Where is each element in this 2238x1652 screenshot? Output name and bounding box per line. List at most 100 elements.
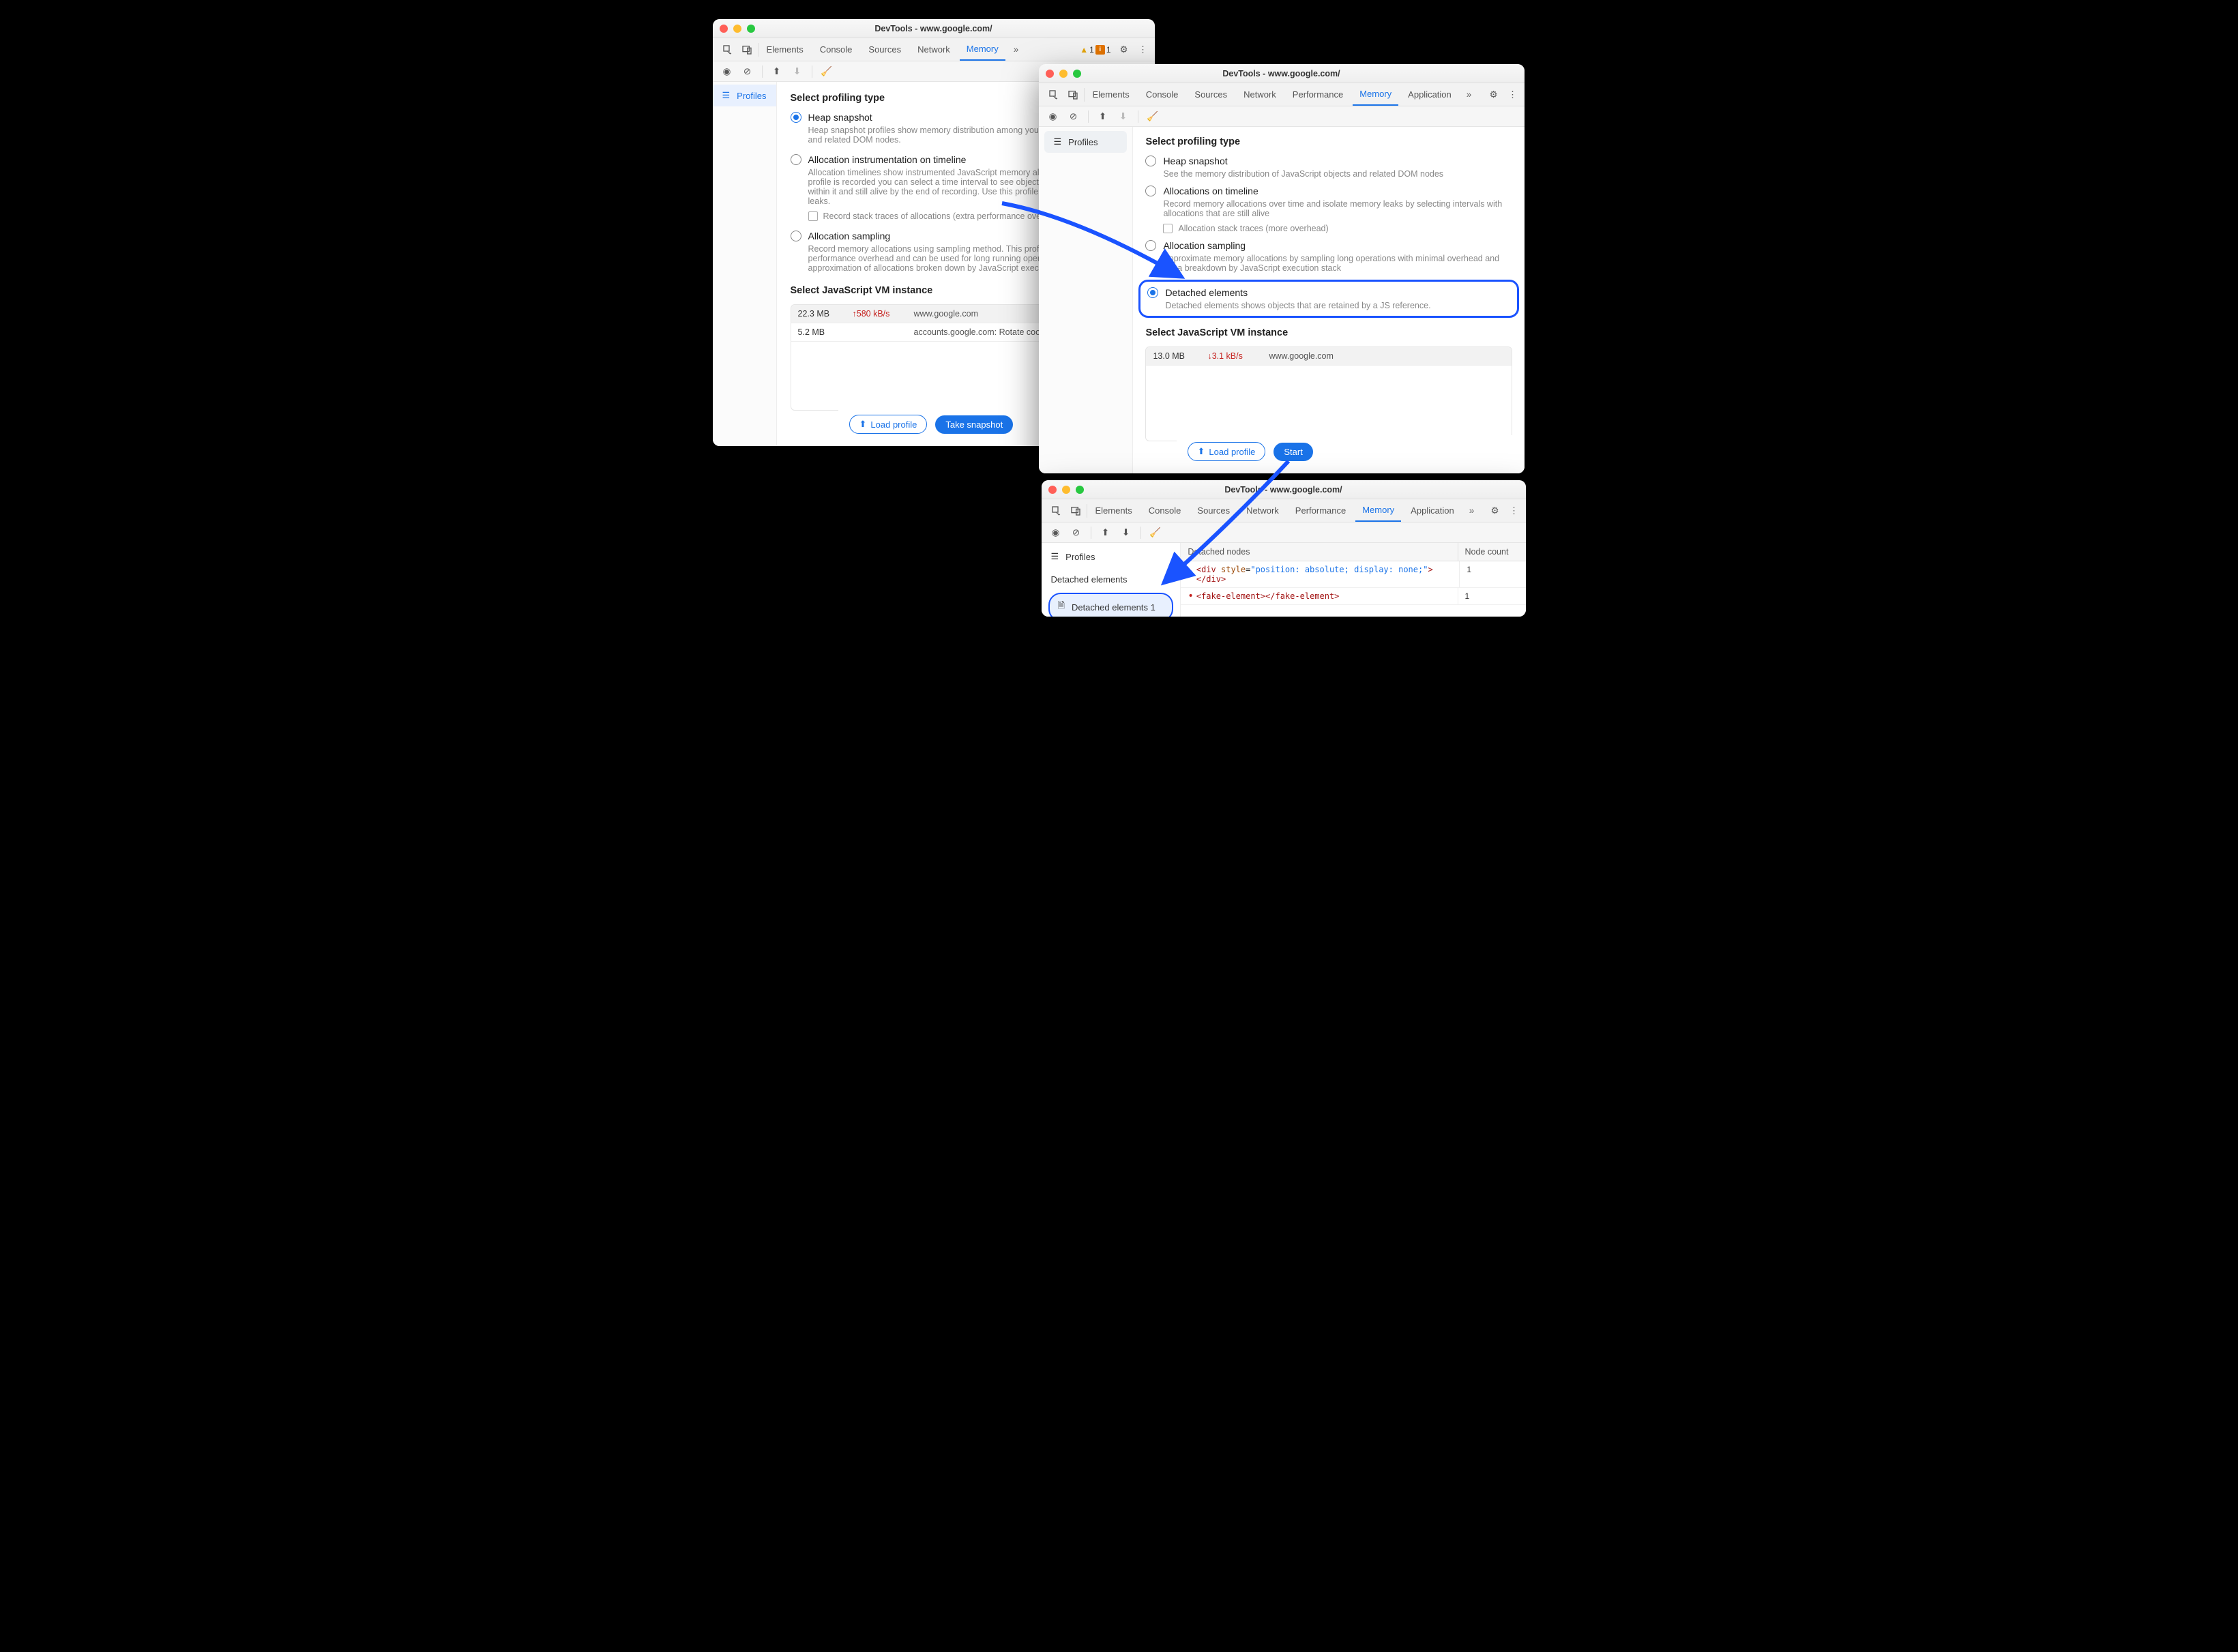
download-icon[interactable]: ⬇ <box>1120 527 1132 538</box>
tab-elements[interactable]: Elements <box>1086 84 1136 105</box>
load-profile-button[interactable]: ⬆ Load profile <box>1188 442 1266 461</box>
option-detached-elements[interactable]: Detached elements <box>1147 287 1510 298</box>
device-icon[interactable] <box>737 44 756 55</box>
option-heap-snapshot[interactable]: Heap snapshot <box>1145 156 1512 166</box>
tab-sources[interactable]: Sources <box>1188 84 1234 105</box>
warnings-badge[interactable]: ▲1 i1 <box>1080 45 1110 55</box>
window-title: DevTools - www.google.com/ <box>1222 69 1340 78</box>
tab-sources[interactable]: Sources <box>862 39 908 60</box>
more-tabs-icon[interactable]: » <box>1008 44 1025 55</box>
radio-icon <box>791 231 801 241</box>
more-tabs-icon[interactable]: » <box>1461 89 1477 100</box>
upload-icon[interactable]: ⬆ <box>1100 527 1112 538</box>
device-icon[interactable] <box>1063 89 1083 100</box>
tab-application[interactable]: Application <box>1401 84 1458 105</box>
settings-gear-icon[interactable]: ⚙ <box>1489 505 1501 516</box>
tab-console[interactable]: Console <box>1139 84 1186 105</box>
download-icon[interactable]: ⬇ <box>1117 111 1130 122</box>
sidebar-section-detached: Detached elements <box>1042 567 1181 589</box>
gc-icon[interactable]: 🧹 <box>821 66 833 77</box>
sliders-icon: ☰ <box>1054 136 1062 147</box>
tab-network[interactable]: Network <box>1239 500 1286 521</box>
load-profile-button[interactable]: ⬆ Load profile <box>849 415 928 434</box>
option-allocation-sampling[interactable]: Allocation sampling <box>1145 240 1512 251</box>
record-icon[interactable]: ◉ <box>1050 527 1062 538</box>
settings-gear-icon[interactable]: ⚙ <box>1488 89 1500 100</box>
panel-tabbar: Elements Console Sources Network Perform… <box>1042 499 1526 522</box>
minimize-icon[interactable] <box>733 25 741 33</box>
tab-console[interactable]: Console <box>1142 500 1188 521</box>
record-icon[interactable]: ◉ <box>721 66 733 77</box>
table-row[interactable]: • <div style="position: absolute; displa… <box>1181 561 1525 588</box>
tab-application[interactable]: Application <box>1404 500 1461 521</box>
tab-elements[interactable]: Elements <box>760 39 810 60</box>
option-allocation-timeline[interactable]: Allocations on timeline <box>1145 186 1512 196</box>
menu-kebab-icon[interactable]: ⋮ <box>1137 44 1149 55</box>
gc-icon[interactable]: 🧹 <box>1149 527 1162 538</box>
inspect-icon[interactable] <box>1044 89 1063 100</box>
table-header: Detached nodes Node count <box>1181 543 1525 561</box>
checkbox-record-stack[interactable]: Allocation stack traces (more overhead) <box>1163 224 1512 233</box>
menu-kebab-icon[interactable]: ⋮ <box>1508 505 1520 516</box>
gc-icon[interactable]: 🧹 <box>1147 111 1159 122</box>
window-title: DevTools - www.google.com/ <box>1224 485 1342 495</box>
table-row[interactable]: • <fake-element></fake-element> 1 <box>1181 588 1525 605</box>
radio-icon <box>791 154 801 165</box>
inspect-icon[interactable] <box>1047 505 1066 516</box>
tab-performance[interactable]: Performance <box>1286 84 1350 105</box>
sidebar-item-profiles[interactable]: ☰ Profiles <box>1044 131 1128 153</box>
titlebar: DevTools - www.google.com/ <box>1042 480 1526 499</box>
radio-icon <box>1145 186 1156 196</box>
sidebar-item-profiles[interactable]: ☰ Profiles <box>1042 546 1181 567</box>
more-tabs-icon[interactable]: » <box>1464 505 1480 516</box>
settings-gear-icon[interactable]: ⚙ <box>1118 44 1130 55</box>
clear-icon[interactable]: ⊘ <box>741 66 754 77</box>
record-icon[interactable]: ◉ <box>1047 111 1059 122</box>
close-icon[interactable] <box>1048 486 1057 494</box>
tab-console[interactable]: Console <box>813 39 859 60</box>
download-icon[interactable]: ⬇ <box>791 66 804 77</box>
close-icon[interactable] <box>1046 70 1054 78</box>
upload-icon[interactable]: ⬆ <box>1097 111 1109 122</box>
panel-tabbar: Elements Console Sources Network Perform… <box>1039 83 1525 106</box>
tab-network[interactable]: Network <box>911 39 957 60</box>
info-icon: i <box>1095 45 1105 55</box>
close-icon[interactable] <box>720 25 728 33</box>
menu-kebab-icon[interactable]: ⋮ <box>1507 89 1519 100</box>
radio-icon <box>1147 287 1158 298</box>
tab-elements[interactable]: Elements <box>1089 500 1139 521</box>
snapshot-item[interactable]: 🗎 Detached elements 1 <box>1048 593 1174 617</box>
sidebar-item-profiles[interactable]: ☰ Profiles <box>713 85 776 106</box>
tab-network[interactable]: Network <box>1237 84 1283 105</box>
maximize-icon[interactable] <box>1073 70 1081 78</box>
tab-memory[interactable]: Memory <box>1353 83 1398 106</box>
clear-icon[interactable]: ⊘ <box>1068 111 1080 122</box>
detached-node-code: <fake-element></fake-element> <box>1196 591 1340 601</box>
maximize-icon[interactable] <box>747 25 755 33</box>
inspect-icon[interactable] <box>718 44 737 55</box>
checkbox-icon <box>808 211 818 221</box>
start-button[interactable]: Start <box>1273 443 1312 461</box>
minimize-icon[interactable] <box>1059 70 1068 78</box>
maximize-icon[interactable] <box>1076 486 1084 494</box>
warning-icon: ▲ <box>1080 45 1088 55</box>
radio-icon <box>1145 156 1156 166</box>
sidebar: ☰ Profiles <box>713 82 777 446</box>
vm-heading: Select JavaScript VM instance <box>1145 327 1512 338</box>
vm-row[interactable]: 13.0 MB ↓3.1 kB/s www.google.com <box>1146 347 1511 366</box>
tab-memory[interactable]: Memory <box>1355 499 1401 522</box>
tab-memory[interactable]: Memory <box>960 38 1005 61</box>
device-icon[interactable] <box>1066 505 1085 516</box>
profiling-heading: Select profiling type <box>1145 136 1512 147</box>
memory-toolbar: ◉ ⊘ ⬆ ⬇ 🧹 <box>1039 106 1525 127</box>
upload-icon[interactable]: ⬆ <box>771 66 783 77</box>
minimize-icon[interactable] <box>1062 486 1070 494</box>
clear-icon[interactable]: ⊘ <box>1070 527 1083 538</box>
sliders-icon: ☰ <box>1051 551 1059 562</box>
tab-sources[interactable]: Sources <box>1190 500 1237 521</box>
bullet-icon: • <box>1188 571 1193 578</box>
panel-tabbar: Elements Console Sources Network Memory … <box>713 38 1155 61</box>
sliders-icon: ☰ <box>722 90 731 101</box>
take-snapshot-button[interactable]: Take snapshot <box>935 415 1013 434</box>
tab-performance[interactable]: Performance <box>1289 500 1353 521</box>
